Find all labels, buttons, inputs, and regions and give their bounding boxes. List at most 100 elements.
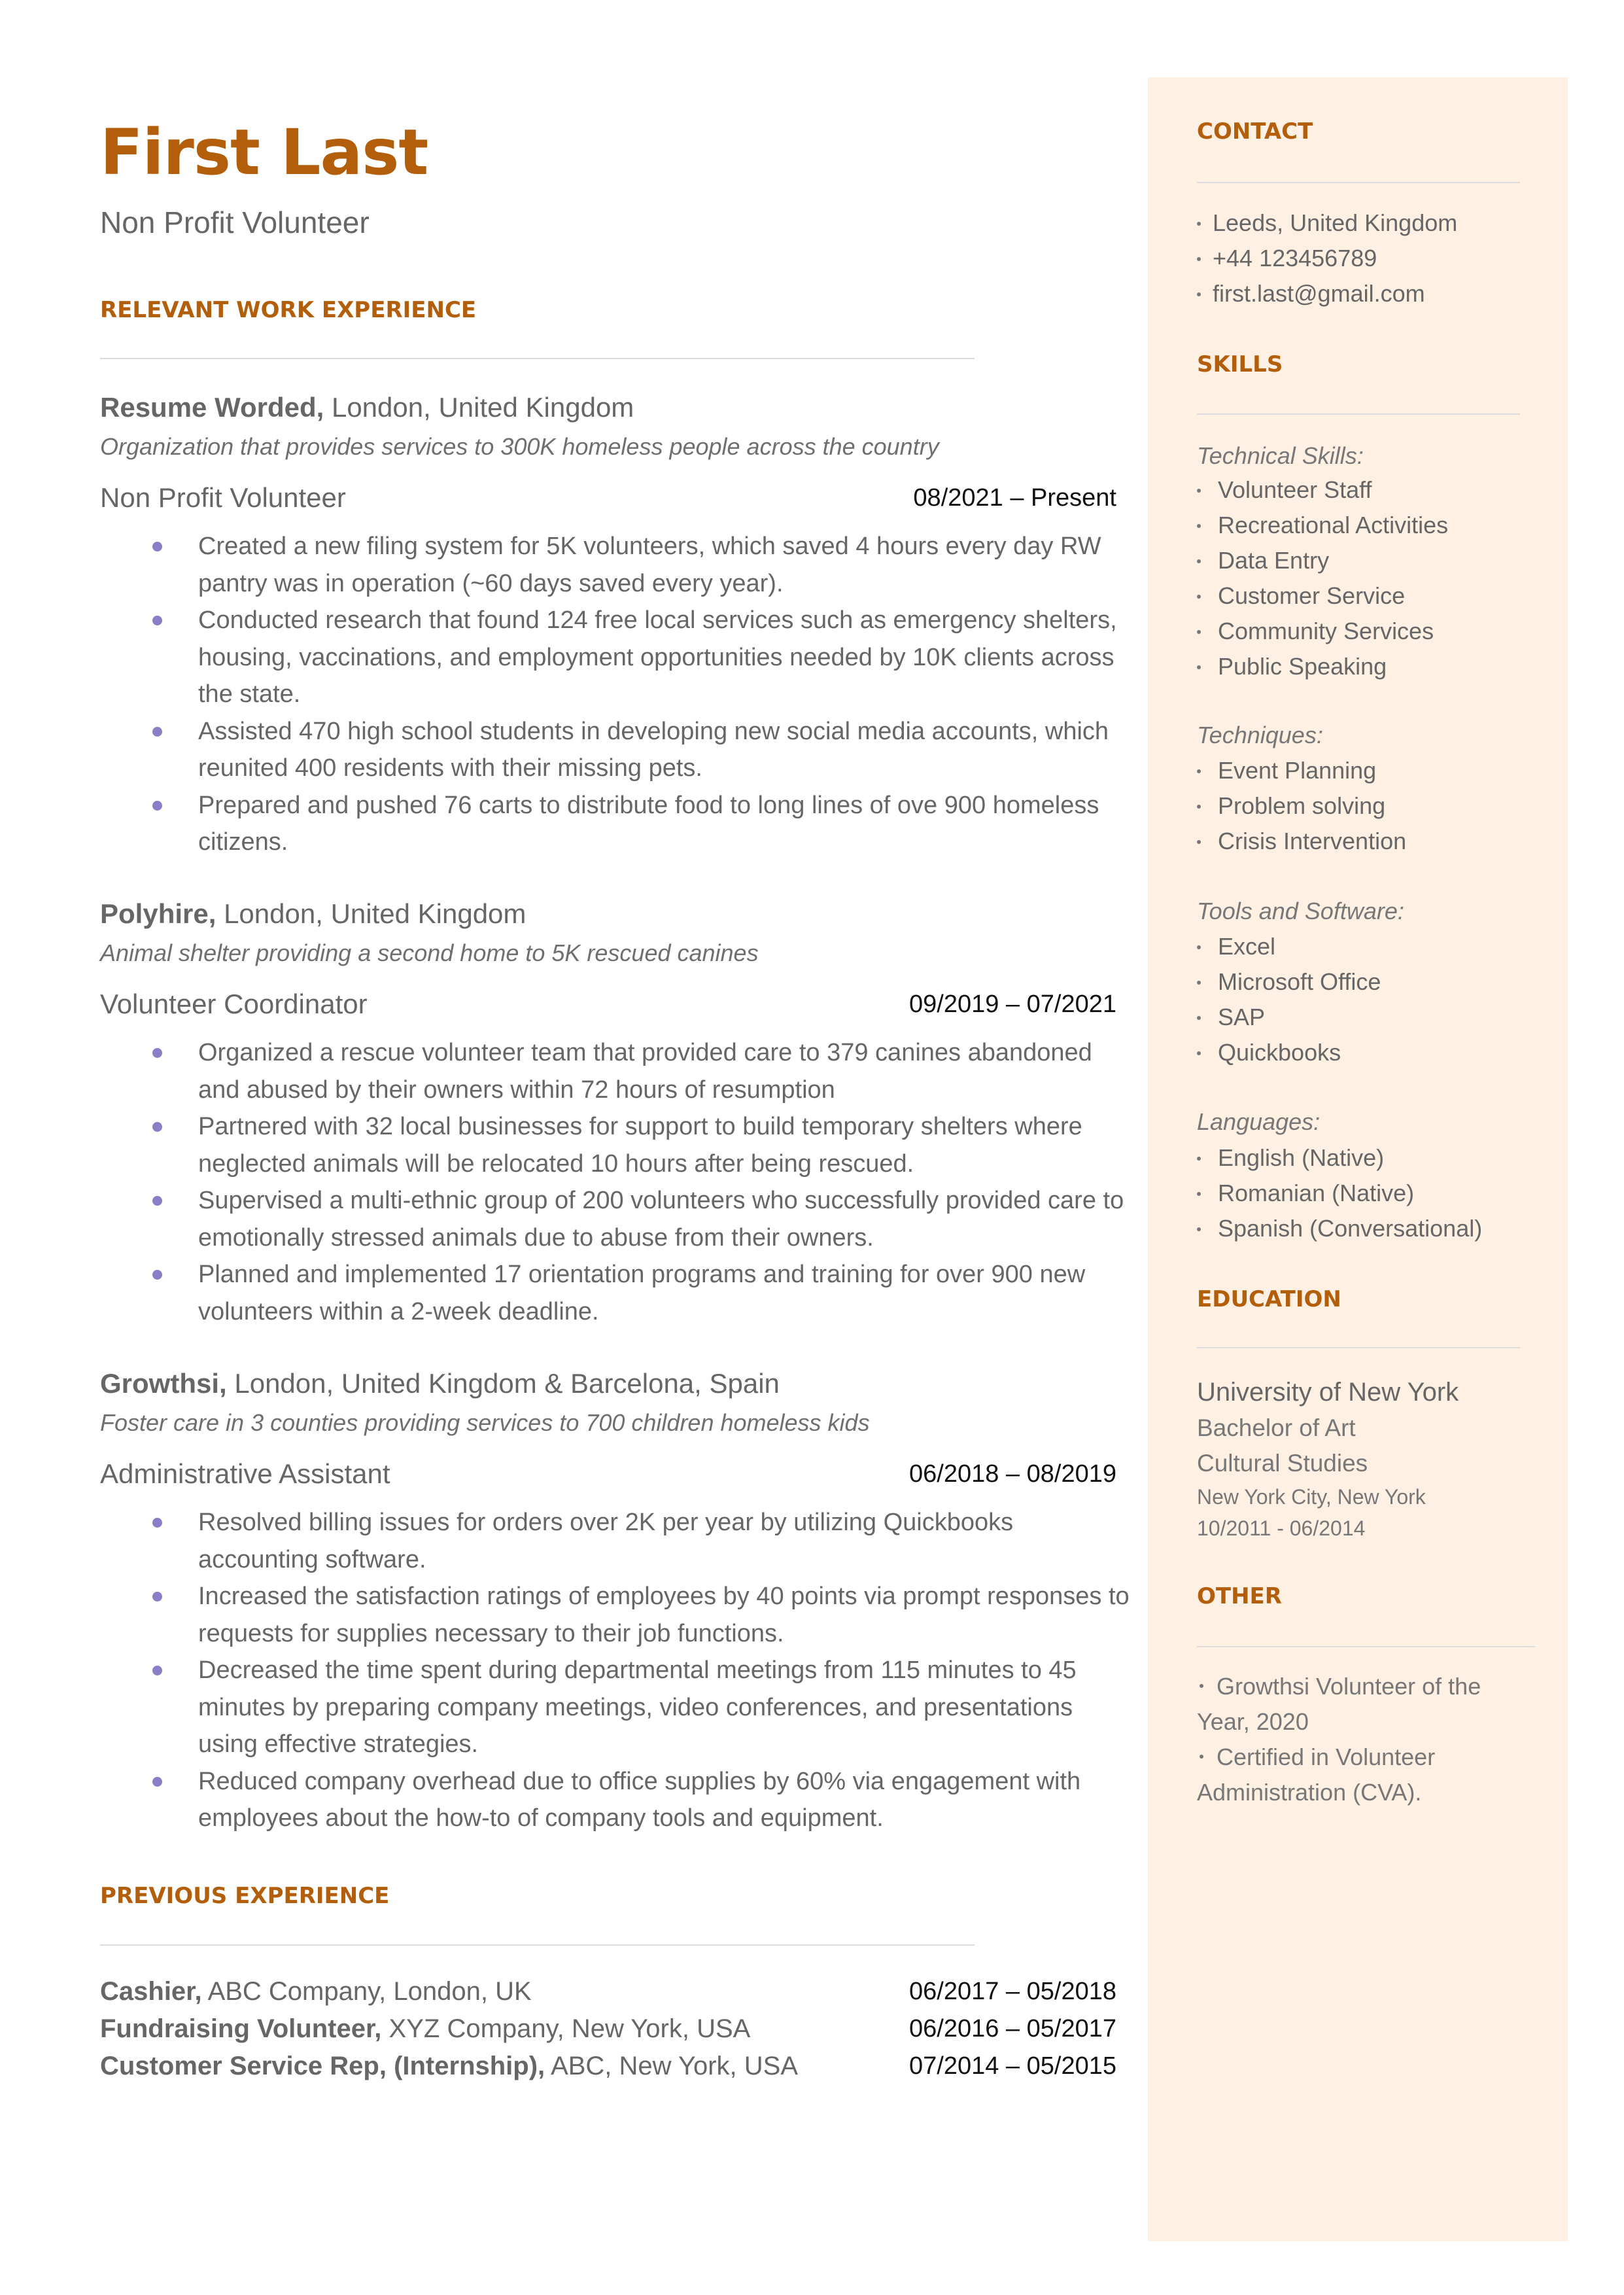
skill-item: Recreational Activities — [1197, 508, 1537, 543]
bullet-dot-icon — [152, 1196, 162, 1206]
previous-org: XYZ Company, New York, USA — [381, 2014, 751, 2043]
bullet-dot-icon — [1197, 769, 1201, 773]
skills-list-technical: Volunteer Staff Recreational Activities … — [1197, 472, 1537, 684]
job-company-description: Foster care in 3 counties providing serv… — [100, 1409, 870, 1436]
bullet-dot-icon — [152, 1776, 162, 1787]
skill-item: Crisis Intervention — [1197, 824, 1537, 859]
bullet-dot-icon — [1197, 489, 1201, 493]
skills-label-technical: Technical Skills: — [1197, 442, 1364, 469]
previous-dates: 07/2014 – 05/2015 — [909, 2052, 1116, 2080]
other-item-text: Growthsi Volunteer of the Year, 2020 — [1197, 1673, 1481, 1735]
skill-item: SAP — [1197, 1000, 1537, 1035]
section-divider — [1197, 1347, 1520, 1348]
skill-text: Microsoft Office — [1218, 968, 1381, 995]
job-bullet: Planned and implemented 17 orientation p… — [100, 1256, 1133, 1330]
skill-item: Quickbooks — [1197, 1035, 1537, 1070]
skill-item: Excel — [1197, 929, 1537, 964]
bullet-dot-icon — [1197, 840, 1201, 844]
bullet-dot-icon — [1197, 945, 1201, 949]
job-bullet: Organized a rescue volunteer team that p… — [100, 1034, 1133, 1108]
job-role: Volunteer Coordinator — [100, 989, 368, 1019]
section-divider — [100, 1944, 975, 1946]
skill-item: English (Native) — [1197, 1140, 1537, 1176]
job-bullet-text: Partnered with 32 local businesses for s… — [198, 1113, 1082, 1178]
skill-text: Community Services — [1218, 618, 1434, 644]
job-bullet: Increased the satisfaction ratings of em… — [100, 1578, 1133, 1652]
job-bullet: Partnered with 32 local businesses for s… — [100, 1108, 1133, 1182]
bullet-dot-icon — [152, 1666, 162, 1675]
skill-item: Customer Service — [1197, 578, 1537, 614]
bullet-dot-icon — [1197, 292, 1201, 296]
bullet-dot-icon — [152, 1592, 162, 1602]
job-bullet-text: Planned and implemented 17 orientation p… — [198, 1261, 1086, 1325]
education-field: Cultural Studies — [1197, 1450, 1368, 1477]
contact-phone-text[interactable]: +44 123456789 — [1213, 245, 1377, 272]
job-company-description: Animal shelter providing a second home t… — [100, 939, 759, 966]
skill-text: Customer Service — [1218, 582, 1406, 609]
bullet-dot-icon — [1197, 1192, 1201, 1196]
job-bullet-text: Assisted 470 high school students in dev… — [198, 717, 1109, 782]
previous-title: Fundraising Volunteer, — [100, 2014, 382, 2043]
skills-list-tools: Excel Microsoft Office SAP Quickbooks — [1197, 929, 1537, 1070]
contact-phone[interactable]: +44 123456789 — [1197, 241, 1537, 276]
bullet-dot-icon — [1197, 981, 1201, 985]
previous-title: Customer Service Rep, (Internship), — [100, 2052, 545, 2080]
candidate-name: First Last — [100, 116, 428, 189]
skill-item: Volunteer Staff — [1197, 472, 1537, 508]
job-company: Resume Worded, — [100, 392, 324, 423]
job-role-row: Administrative Assistant 06/2018 – 08/20… — [100, 1454, 1127, 1494]
skill-item: Data Entry — [1197, 543, 1537, 578]
job-bullet-text: Reduced company overhead due to office s… — [198, 1767, 1081, 1832]
contact-email[interactable]: first.last@gmail.com — [1197, 276, 1537, 311]
section-title-other: OTHER — [1197, 1583, 1282, 1609]
bullet-dot-icon — [1197, 559, 1201, 563]
job-role: Administrative Assistant — [100, 1458, 390, 1489]
bullet-dot-icon — [1197, 805, 1201, 809]
bullet-dot-icon — [1197, 1016, 1201, 1020]
section-divider — [100, 358, 975, 359]
bullet-dot-icon — [1197, 1157, 1201, 1161]
job-entry: Polyhire, London, United Kingdom Animal … — [100, 894, 1127, 1330]
previous-dates: 06/2016 – 05/2017 — [909, 2015, 1116, 2042]
skills-label-tools: Tools and Software: — [1197, 898, 1404, 924]
skill-text: Event Planning — [1218, 757, 1377, 784]
contact-email-link[interactable]: first.last@gmail.com — [1213, 280, 1425, 307]
section-divider — [1197, 413, 1520, 415]
job-bullet: Resolved billing issues for orders over … — [100, 1504, 1133, 1578]
previous-title: Cashier, — [100, 1977, 202, 2006]
section-divider — [1197, 1646, 1535, 1647]
job-company-line: Polyhire, London, United Kingdom — [100, 894, 1127, 934]
education-school: University of New York — [1197, 1378, 1459, 1407]
other-item: Certified in Volunteer Administration (C… — [1197, 1740, 1524, 1810]
job-company-line: Growthsi, London, United Kingdom & Barce… — [100, 1364, 1127, 1403]
job-bullet-text: Prepared and pushed 76 carts to distribu… — [198, 791, 1099, 856]
job-location: London, United Kingdom & Barcelona, Spai… — [226, 1368, 780, 1399]
job-bullet: Decreased the time spent during departme… — [100, 1652, 1133, 1763]
bullet-dot-icon — [1197, 257, 1201, 261]
skills-label-techniques: Techniques: — [1197, 722, 1323, 748]
other-list: Growthsi Volunteer of the Year, 2020 Cer… — [1197, 1669, 1524, 1810]
bullet-dot-icon — [1200, 1755, 1203, 1759]
previous-org: ABC, New York, USA — [545, 2052, 798, 2080]
candidate-title: Non Profit Volunteer — [100, 205, 370, 239]
bullet-dot-icon — [152, 616, 162, 625]
bullet-dot-icon — [1197, 665, 1201, 669]
education-location: New York City, New York — [1197, 1485, 1426, 1509]
job-bullet: Prepared and pushed 76 carts to distribu… — [100, 787, 1133, 861]
job-dates: 06/2018 – 08/2019 — [909, 1460, 1116, 1488]
previous-experience-row: Cashier, ABC Company, London, UK 06/2017… — [100, 1973, 1127, 2010]
section-title-relevant-experience: RELEVANT WORK EXPERIENCE — [100, 297, 477, 323]
bullet-dot-icon — [152, 726, 162, 737]
skills-label-languages: Languages: — [1197, 1108, 1321, 1135]
skill-item: Spanish (Conversational) — [1197, 1211, 1537, 1246]
bullet-dot-icon — [152, 1518, 162, 1528]
skill-item: Microsoft Office — [1197, 964, 1537, 1000]
job-company: Growthsi, — [100, 1368, 227, 1399]
bullet-dot-icon — [1197, 222, 1201, 226]
education-dates: 10/2011 - 06/2014 — [1197, 1516, 1366, 1540]
other-item-text: Certified in Volunteer Administration (C… — [1197, 1743, 1436, 1806]
skill-text: Volunteer Staff — [1218, 476, 1372, 503]
job-company-description: Organization that provides services to 3… — [100, 433, 939, 460]
section-divider — [1197, 182, 1520, 183]
bullet-dot-icon — [152, 800, 162, 811]
